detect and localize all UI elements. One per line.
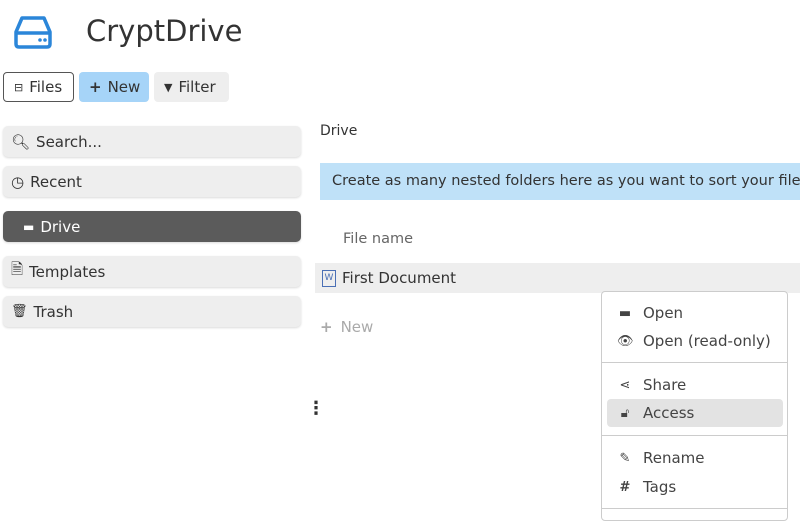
resize-handle-dots-icon[interactable]: ⋮ — [307, 400, 325, 418]
search-label: Search... — [36, 132, 102, 151]
plus-icon: + — [89, 78, 102, 96]
drive-icon: ⊟ — [14, 80, 24, 94]
sidebar-search[interactable]: 🔍︎ Search... — [3, 126, 301, 157]
menu-item-share[interactable]: ⋖ Share — [607, 371, 783, 399]
clock-icon: ◷ — [11, 172, 25, 191]
search-icon: 🔍︎ — [11, 132, 31, 151]
eye-icon: 👁 — [617, 333, 634, 349]
menu-separator — [602, 362, 787, 363]
files-button[interactable]: ⊟ Files — [3, 72, 74, 102]
menu-item-label: Open (read-only) — [643, 332, 771, 350]
new-button[interactable]: + New — [79, 72, 149, 102]
info-banner: Create as many nested folders here as yo… — [320, 163, 800, 200]
menu-item-label: Tags — [643, 478, 677, 496]
column-header-file-name[interactable]: File name — [343, 231, 413, 247]
menu-item-label: Access — [643, 404, 695, 422]
menu-item-tags[interactable]: # Tags — [607, 473, 783, 501]
menu-separator — [602, 508, 787, 509]
document-icon: W — [322, 269, 336, 287]
drive-logo-icon — [14, 16, 52, 49]
sidebar-item-trash[interactable]: 🗑 Trash — [3, 296, 301, 327]
files-label: Files — [29, 78, 63, 96]
sidebar-item-label: Recent — [30, 172, 82, 191]
menu-item-open-read-only[interactable]: 👁 Open (read-only) — [607, 327, 783, 355]
menu-separator — [602, 435, 787, 436]
sidebar-item-label: Drive — [40, 217, 81, 236]
context-menu: ▬ Open 👁 Open (read-only) ⋖ Share 🔓︎ Access … — [601, 291, 788, 521]
sidebar-item-drive[interactable]: ▬ Drive — [3, 211, 301, 242]
menu-item-rename[interactable]: ✎ Rename — [607, 444, 783, 472]
filter-icon: ▼ — [164, 80, 173, 94]
trash-icon: 🗑 — [11, 304, 28, 319]
menu-item-label: Open — [643, 304, 684, 322]
menu-item-access[interactable]: 🔓︎ Access — [607, 399, 783, 427]
sidebar-item-templates[interactable]: 🗎 Templates — [3, 256, 301, 287]
folder-icon: ▬ — [23, 219, 35, 234]
folder-icon: ▬ — [618, 305, 632, 321]
hashtag-icon: # — [619, 479, 631, 495]
sidebar-item-recent[interactable]: ◷ Recent — [3, 166, 301, 197]
menu-item-label: Rename — [643, 449, 705, 467]
app-title: CryptDrive — [86, 14, 243, 48]
unlock-icon: 🔓︎ — [620, 405, 630, 421]
new-item-button[interactable]: + New — [320, 318, 373, 336]
pencil-icon: ✎ — [619, 450, 631, 466]
file-row[interactable]: W First Document — [315, 263, 800, 293]
menu-item-label: Share — [643, 376, 687, 394]
filter-button[interactable]: ▼ Filter — [154, 72, 229, 102]
breadcrumb[interactable]: Drive — [320, 123, 357, 139]
menu-item-open[interactable]: ▬ Open — [607, 299, 783, 327]
plus-icon: + — [320, 318, 333, 336]
new-label: New — [107, 78, 141, 96]
share-icon: ⋖ — [619, 377, 631, 393]
sidebar-item-label: Trash — [33, 302, 74, 321]
template-icon: 🗎 — [11, 260, 24, 278]
sidebar-item-label: Templates — [29, 262, 106, 281]
new-item-label: New — [340, 318, 374, 336]
filter-label: Filter — [178, 78, 216, 96]
file-name: First Document — [342, 269, 457, 287]
